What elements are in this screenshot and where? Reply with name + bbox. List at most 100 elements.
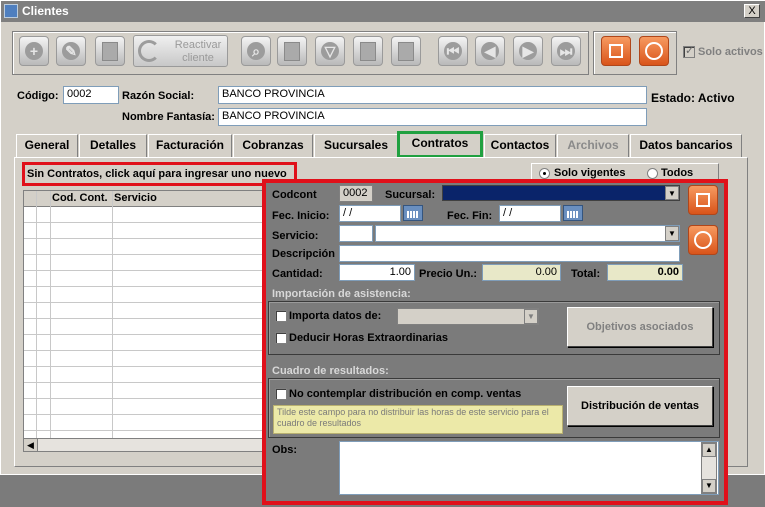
deducir-horas-checkbox[interactable] xyxy=(275,332,287,344)
dropdown-arrow-icon[interactable]: ▼ xyxy=(524,309,538,324)
print-icon xyxy=(398,42,414,61)
no-contemplar-label: No contemplar distribución en comp. vent… xyxy=(289,388,522,400)
scroll-up-icon[interactable]: ▲ xyxy=(702,443,716,457)
calendar-icon[interactable] xyxy=(563,205,583,221)
reactivar-label: Reactivar cliente xyxy=(174,39,222,64)
tab-archivos[interactable]: Archivos xyxy=(557,134,629,157)
precio-field[interactable]: 0.00 xyxy=(482,264,561,281)
table-row xyxy=(24,367,268,383)
table-row xyxy=(24,207,268,223)
importa-datos-checkbox[interactable] xyxy=(275,310,287,322)
save-button[interactable] xyxy=(601,36,631,66)
servicio-label: Servicio: xyxy=(272,230,319,242)
no-contemplar-checkbox[interactable] xyxy=(275,388,287,400)
radio-vigentes[interactable] xyxy=(539,168,550,179)
dropdown-arrow-icon[interactable]: ▼ xyxy=(665,226,679,241)
prev-button[interactable]: ◀ xyxy=(475,36,505,66)
new-contract-banner[interactable]: Sin Contratos, click aquí para ingresar … xyxy=(22,162,297,186)
next-icon: ▶ xyxy=(519,42,537,60)
cancel-button[interactable] xyxy=(639,36,669,66)
prev-icon: ◀ xyxy=(481,42,499,60)
last-button[interactable]: ⏭ xyxy=(551,36,581,66)
next-button[interactable]: ▶ xyxy=(513,36,543,66)
solo-activos-checkbox[interactable]: ✓ xyxy=(683,45,695,58)
radio-todos[interactable] xyxy=(647,168,658,179)
tab-detalles[interactable]: Detalles xyxy=(79,134,147,157)
dropdown-arrow-icon[interactable]: ▼ xyxy=(665,186,679,200)
calendar-icon[interactable] xyxy=(403,205,423,221)
edit-button[interactable]: ✎ xyxy=(56,36,86,66)
table-row xyxy=(24,415,268,431)
cantidad-field[interactable]: 1.00 xyxy=(339,264,415,281)
print-button[interactable] xyxy=(391,36,421,66)
obs-vertical-scrollbar[interactable]: ▲ ▼ xyxy=(701,442,717,494)
delete-icon xyxy=(102,42,118,61)
filter-icon: ▽ xyxy=(321,42,339,60)
filter-button[interactable]: ▽ xyxy=(315,36,345,66)
table-row xyxy=(24,223,268,239)
nombre-fantasia-field[interactable]: BANCO PROVINCIA xyxy=(218,108,647,126)
codigo-field[interactable]: 0002 xyxy=(63,86,119,104)
sort-az-icon xyxy=(284,42,300,61)
editor-save-button[interactable] xyxy=(688,185,718,215)
razon-social-label: Razón Social: xyxy=(122,90,195,102)
cantidad-label: Cantidad: xyxy=(272,268,323,280)
radio-vigentes-label: Solo vigentes xyxy=(554,167,626,179)
add-button[interactable]: + xyxy=(19,36,49,66)
edit-icon: ✎ xyxy=(62,42,80,60)
sucursal-dropdown[interactable]: ▼ xyxy=(442,185,680,201)
fec-inicio-field[interactable]: / / xyxy=(339,205,401,222)
descripcion-field[interactable] xyxy=(339,245,680,262)
tab-cobranzas[interactable]: Cobranzas xyxy=(233,134,313,157)
tab-datos-bancarios[interactable]: Datos bancarios xyxy=(630,134,742,157)
obs-textarea[interactable]: ▲ ▼ xyxy=(339,441,719,495)
search-icon: ⌕ xyxy=(247,42,265,60)
codcont-field[interactable]: 0002 xyxy=(339,185,373,202)
check-mark-icon: ✓ xyxy=(685,45,695,57)
servicio-dropdown[interactable]: ▼ xyxy=(375,225,680,242)
radio-dot-icon xyxy=(543,172,546,175)
tab-contactos[interactable]: Contactos xyxy=(484,134,556,157)
tab-sucursales[interactable]: Sucursales xyxy=(314,134,398,157)
table-row xyxy=(24,383,268,399)
total-field: 0.00 xyxy=(607,264,683,281)
deducir-horas-label: Deducir Horas Extraordinarias xyxy=(289,332,448,344)
objetivos-asociados-button[interactable]: Objetivos asociados xyxy=(567,307,713,347)
first-icon: ⏮ xyxy=(444,42,462,60)
razon-social-field[interactable]: BANCO PROVINCIA xyxy=(218,86,647,104)
first-button[interactable]: ⏮ xyxy=(438,36,468,66)
add-icon: + xyxy=(25,42,43,60)
servicio-code-field[interactable] xyxy=(339,225,373,242)
estado-label: Estado: Activo xyxy=(651,91,735,105)
grid-horizontal-scrollbar[interactable]: ◀ xyxy=(23,438,269,452)
tab-general[interactable]: General xyxy=(16,134,78,157)
scroll-left-icon[interactable]: ◀ xyxy=(24,439,38,451)
grid-header: Cod. Cont. Servicio xyxy=(24,191,268,207)
solo-activos-label: Solo activos xyxy=(698,46,763,58)
codigo-label: Código: xyxy=(17,90,59,102)
importa-dropdown[interactable]: ▼ xyxy=(397,308,539,325)
cancel-icon xyxy=(645,42,663,60)
scroll-down-icon[interactable]: ▼ xyxy=(702,479,716,493)
table-row xyxy=(24,399,268,415)
editor-cancel-button[interactable] xyxy=(688,225,718,255)
fec-fin-field[interactable]: / / xyxy=(499,205,561,222)
sort-button[interactable] xyxy=(277,36,307,66)
list-icon xyxy=(360,42,376,61)
close-button[interactable]: X xyxy=(744,4,760,18)
cancel-icon xyxy=(694,231,712,249)
distribucion-ventas-button[interactable]: Distribución de ventas xyxy=(567,386,713,426)
delete-button[interactable] xyxy=(95,36,125,66)
search-button[interactable]: ⌕ xyxy=(241,36,271,66)
save-icon xyxy=(696,193,710,207)
list-button[interactable] xyxy=(353,36,383,66)
col-cod-cont: Cod. Cont. xyxy=(52,192,108,204)
save-icon xyxy=(609,44,623,58)
tab-facturacion[interactable]: Facturación xyxy=(148,134,232,157)
tab-contratos[interactable]: Contratos xyxy=(397,131,483,158)
reactivar-cliente-button[interactable]: Reactivar cliente xyxy=(133,35,228,67)
table-row xyxy=(24,287,268,303)
contracts-grid[interactable]: Cod. Cont. Servicio xyxy=(23,190,269,452)
importa-datos-label: Importa datos de: xyxy=(289,310,382,322)
radio-todos-label: Todos xyxy=(661,167,694,179)
